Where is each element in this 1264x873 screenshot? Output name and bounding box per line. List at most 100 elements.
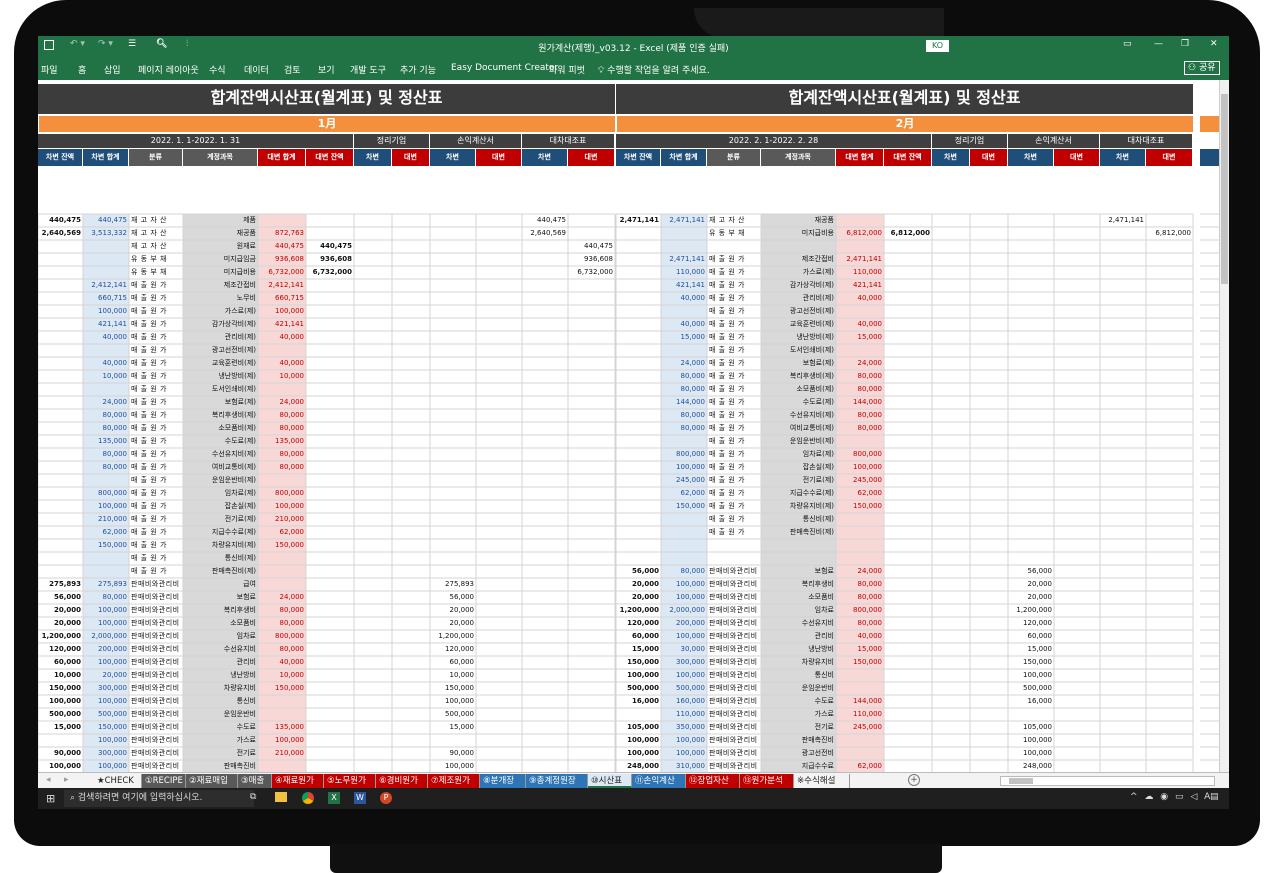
share-button[interactable]: ⚇ 공유 [1184,61,1220,75]
value-cell [1008,318,1054,331]
value-cell [932,422,970,435]
value-cell [258,383,306,396]
word-icon[interactable]: W [354,792,366,804]
file-explorer-icon[interactable] [275,792,287,802]
add-sheet-icon[interactable]: + [908,774,920,786]
sheet-tab[interactable]: ⑧분개장 [480,774,526,788]
value-cell: 100,000 [98,658,127,666]
tab-file[interactable]: 파일 [41,63,58,76]
value-cell [836,734,884,747]
powerpoint-icon[interactable]: P [380,792,392,804]
value-cell: 150,000 [275,541,304,549]
tab-addins[interactable]: 추가 기능 [400,63,436,76]
tell-me-box[interactable]: 💡︎ 수행할 작업을 알려 주세요. [598,63,710,76]
vertical-scrollbar[interactable] [1219,80,1229,772]
value-cell [258,760,306,772]
value-cell: 40,000 [857,294,883,302]
value-cell [1054,617,1100,630]
value-cell [1146,435,1193,448]
value-cell [616,318,661,331]
sheet-tab[interactable]: ※수식해설 [794,774,850,788]
value-cell: 재 고 자 산 [131,242,167,250]
tab-insert[interactable]: 삽입 [104,63,121,76]
sheet-tab[interactable]: ②재료매입 [186,774,238,788]
sheet-tab[interactable]: ⑤노무원가 [324,774,376,788]
tab-power-pivot[interactable]: 파워 피벗 [549,63,585,76]
value-cell: 62,000 [680,489,706,497]
sheet-tab[interactable]: ④재료원가 [272,774,324,788]
sheet-tab[interactable]: ①RECIPE [142,774,186,788]
tab-data[interactable]: 데이터 [244,63,269,76]
minimize-icon[interactable]: — [1154,39,1163,49]
value-cell: 매 출 원 가 [709,372,745,380]
value-cell [392,331,430,344]
value-cell: 매 출 원 가 [709,268,745,276]
sheet-tab[interactable]: ⑫장업자산 [686,774,740,788]
task-view-icon[interactable]: ⧉ [250,792,256,802]
account-cell: 통신비(제) [802,515,834,523]
account-cell: 보험료 [236,593,256,601]
scroll-thumb[interactable] [1221,94,1228,284]
system-tray[interactable]: ^ ☁ ◉ ▭ ◁ A [1130,792,1212,802]
sheet-tab[interactable]: ⑪손익계산 [632,774,686,788]
value-cell: 80,000 [102,593,128,601]
value-cell [932,617,970,630]
tab-next-icon[interactable]: ▸ [64,775,69,785]
value-cell [476,708,522,721]
value-cell: 매 출 원 가 [131,541,167,549]
sheet-tab[interactable]: ⑨총계정원장 [526,774,588,788]
tab-easy-document-creator[interactable]: Easy Document Creator [451,63,558,73]
close-icon[interactable]: ✕ [1210,39,1218,49]
tab-page-layout[interactable]: 페이지 레이아웃 [138,63,199,76]
value-cell [354,266,392,279]
value-cell [306,396,354,409]
taskbar-search[interactable]: ⌕ 검색하려면 여기에 입력하십시오. [64,790,254,807]
value-cell: 80,000 [680,385,706,393]
account-cell: 판매촉진비(제) [789,528,834,536]
sheet-tab[interactable]: ⑩시산표 [588,774,632,788]
sheet-tab[interactable]: ⑬원가분석 [740,774,794,788]
windows-start-icon[interactable]: ⊞ [46,792,55,805]
value-cell [1054,604,1100,617]
value-cell [970,266,1008,279]
column-header: 대변 [1054,149,1099,166]
user-badge[interactable]: KO [926,40,950,52]
horizontal-scrollbar[interactable] [1000,776,1215,786]
value-cell [970,708,1008,721]
search-icon: ⌕ [70,793,78,803]
worksheet[interactable]: 합계잔액시산표(월계표) 및 정산표 1月 2022. 1. 1-2022. 1. … [38,80,1219,772]
value-cell [354,760,392,772]
value-cell [932,708,970,721]
value-cell [932,734,970,747]
value-cell [932,695,970,708]
account-cell: 전기료(제) [802,476,834,484]
value-cell [1008,253,1054,266]
tab-view[interactable]: 보기 [318,63,335,76]
column-header: 차변 [354,149,391,166]
column-header: 분류 [129,149,182,166]
sheet-tab[interactable]: ★CHECK [94,774,142,788]
excel-icon[interactable]: X [328,792,340,804]
tab-formulas[interactable]: 수식 [209,63,226,76]
value-cell [430,565,476,578]
value-cell [1054,682,1100,695]
sheet-tab[interactable]: ⑥경비원가 [376,774,428,788]
ribbon-display-icon[interactable]: ▭ [1123,39,1132,49]
value-cell [932,643,970,656]
notification-icon[interactable]: ▤ [1210,792,1219,802]
account-cell: 차량유지비(제) [211,541,256,549]
tab-review[interactable]: 검토 [284,63,301,76]
account-cell: 냉난방비 [230,671,256,679]
value-cell [38,396,83,409]
value-cell [1146,669,1193,682]
tab-developer[interactable]: 개발 도구 [350,63,386,76]
tab-prev-icon[interactable]: ◂ [46,775,51,785]
chrome-icon[interactable] [302,792,314,804]
sheet-tab[interactable]: ⑦제조원가 [428,774,480,788]
restore-icon[interactable]: ❐ [1181,39,1189,49]
account-cell: 여비교통비(제) [211,463,256,471]
value-cell [1146,253,1193,266]
tab-home[interactable]: 홈 [78,63,86,76]
sheet-tab[interactable]: ③매출 [238,774,272,788]
account-cell: 광고선전비(제) [789,307,834,315]
